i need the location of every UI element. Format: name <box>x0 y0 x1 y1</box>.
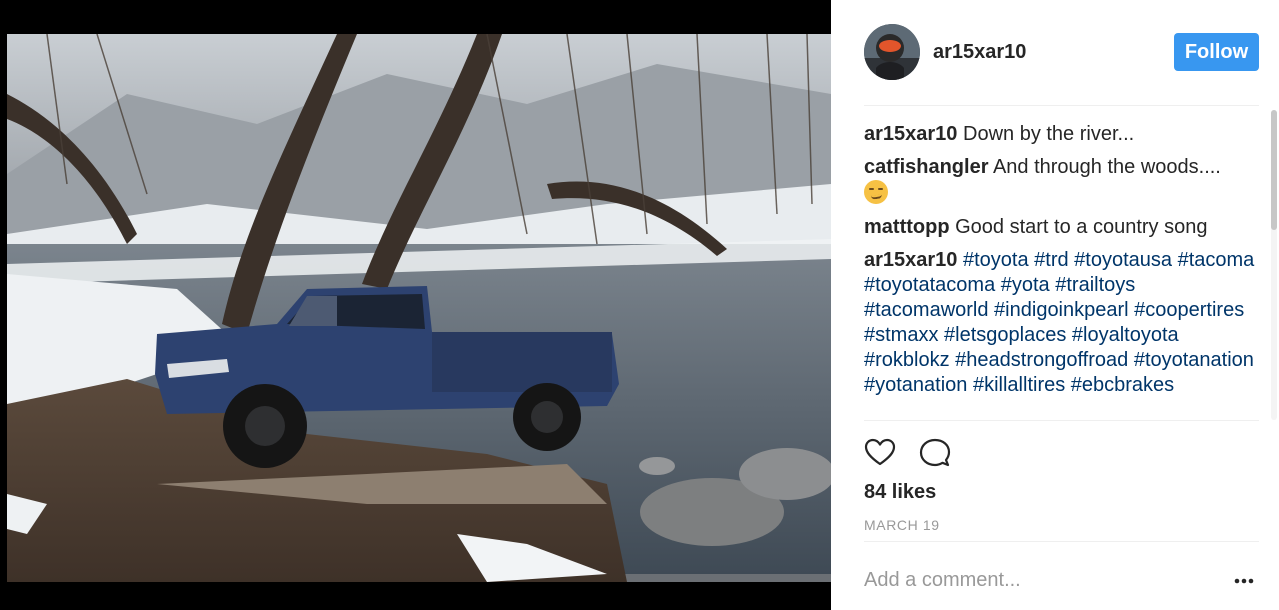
comment-text: Good start to a country song <box>955 216 1208 238</box>
heart-icon[interactable] <box>864 437 896 469</box>
post-photo[interactable] <box>7 34 831 582</box>
comment-item: ar15xar10 #toyota #trd #toyotausa #tacom… <box>864 248 1259 398</box>
comment-input[interactable] <box>864 564 1204 596</box>
comments-scrollbar[interactable] <box>1271 110 1277 420</box>
truck-by-river-photo <box>7 34 831 582</box>
comment-author[interactable]: catfishangler <box>864 156 988 178</box>
comment-item: matttopp Good start to a country song <box>864 215 1259 240</box>
username[interactable]: ar15xar10 <box>933 41 1026 64</box>
comment-author[interactable]: ar15xar10 <box>864 123 957 145</box>
comment-text: Down by the river... <box>963 123 1135 145</box>
post-details-panel: ar15xar10 Follow ar15xar10 Down by the r… <box>831 0 1279 610</box>
more-options-icon[interactable] <box>1233 570 1255 592</box>
comment-author[interactable]: ar15xar10 <box>864 249 957 271</box>
comments-list: ar15xar10 Down by the river... catfishan… <box>864 122 1259 418</box>
comment-author[interactable]: matttopp <box>864 216 950 238</box>
avatar-image <box>864 24 920 80</box>
likes-count[interactable]: 84 likes <box>864 481 936 504</box>
avatar[interactable] <box>864 24 920 80</box>
post-media <box>0 0 831 610</box>
comment-item: catfishangler And through the woods.... <box>864 155 1259 207</box>
add-comment-bar <box>864 541 1259 610</box>
comment-icon[interactable] <box>919 437 951 469</box>
scrollbar-thumb[interactable] <box>1271 110 1277 230</box>
post-header: ar15xar10 Follow <box>864 24 1259 106</box>
comment-item: ar15xar10 Down by the river... <box>864 122 1259 147</box>
comment-hashtags[interactable]: #toyota #trd #toyotausa #tacoma #toyotat… <box>864 249 1254 396</box>
post-actions: 84 likes MARCH 19 <box>864 420 1259 540</box>
follow-button[interactable]: Follow <box>1174 33 1259 71</box>
comment-text: And through the woods.... <box>992 156 1221 178</box>
post-date: MARCH 19 <box>864 517 940 533</box>
smirking-face-emoji-icon <box>864 180 888 204</box>
